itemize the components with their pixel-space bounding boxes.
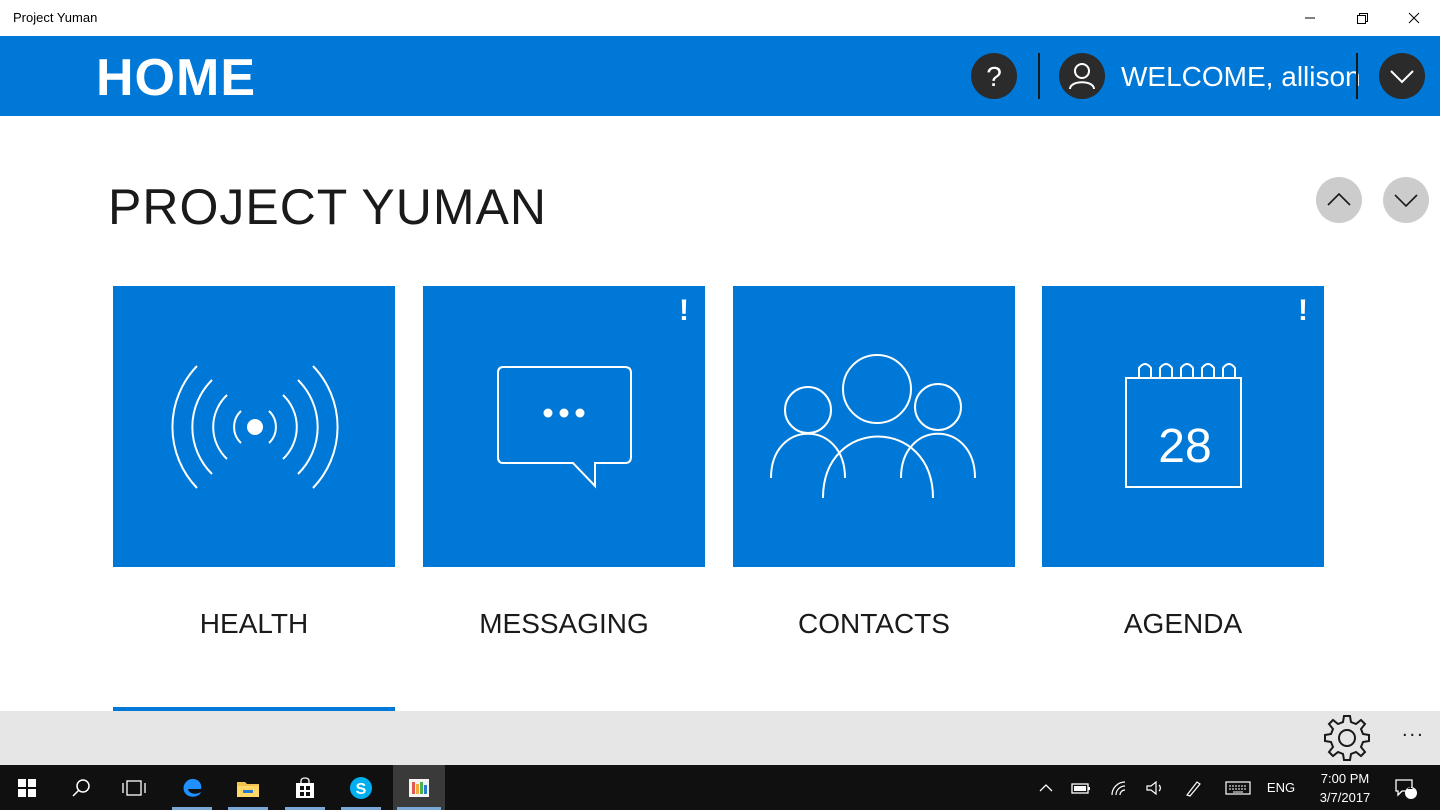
tile-agenda[interactable]: 28 ! bbox=[1042, 286, 1324, 567]
taskbar: S ENG 7:00 PM 3/7/2017 1 bbox=[0, 765, 1440, 810]
speaker-icon bbox=[1146, 780, 1161, 795]
page-title: PROJECT YUMAN bbox=[108, 179, 548, 235]
calendar-icon: 28 bbox=[1125, 363, 1242, 488]
windows-logo-icon bbox=[18, 778, 36, 797]
taskbar-clock[interactable]: 7:00 PM 3/7/2017 bbox=[1305, 769, 1385, 807]
battery-tray-button[interactable] bbox=[1068, 765, 1094, 810]
pen-icon bbox=[1186, 780, 1201, 797]
gear-icon bbox=[1324, 715, 1370, 761]
tile-health[interactable] bbox=[113, 286, 395, 567]
chevron-up-icon bbox=[1327, 192, 1351, 206]
file-explorer-button[interactable] bbox=[224, 765, 272, 810]
welcome-prefix: WELCOME, bbox=[1121, 61, 1274, 92]
keyboard-icon bbox=[1225, 780, 1251, 795]
folder-icon bbox=[237, 781, 259, 797]
restore-button[interactable] bbox=[1336, 0, 1388, 36]
store-bag-icon bbox=[296, 776, 314, 798]
window-titlebar: Project Yuman bbox=[0, 0, 1440, 36]
tile-label-messaging: MESSAGING bbox=[479, 608, 649, 639]
header-divider bbox=[1356, 53, 1358, 99]
chevron-up-icon bbox=[1039, 783, 1053, 791]
user-avatar-button[interactable] bbox=[1059, 53, 1105, 99]
question-mark-icon: ? bbox=[986, 61, 1002, 92]
volume-tray-button[interactable] bbox=[1142, 765, 1168, 810]
user-icon bbox=[1069, 63, 1095, 90]
restore-icon bbox=[1357, 13, 1368, 24]
calendar-day: 28 bbox=[1158, 420, 1211, 473]
help-button[interactable]: ? bbox=[971, 53, 1017, 99]
settings-button[interactable] bbox=[1320, 711, 1374, 765]
notification-count: 1 bbox=[1407, 781, 1413, 792]
chevron-down-icon bbox=[1390, 70, 1414, 84]
task-view-icon bbox=[122, 779, 146, 796]
show-hidden-icons-button[interactable] bbox=[1034, 765, 1058, 810]
clock-time: 7:00 PM bbox=[1320, 771, 1370, 786]
svg-text:?: ? bbox=[986, 61, 1002, 92]
signal-broadcast-icon bbox=[171, 365, 339, 489]
scroll-up-button[interactable] bbox=[1316, 177, 1362, 223]
clock-date: 3/7/2017 bbox=[1319, 790, 1371, 805]
search-icon bbox=[72, 778, 90, 797]
edge-browser-icon bbox=[183, 778, 202, 797]
start-button[interactable] bbox=[3, 765, 51, 810]
wifi-icon bbox=[1111, 780, 1126, 795]
tile-label-contacts: CONTACTS bbox=[798, 608, 950, 639]
more-options-button[interactable]: ... bbox=[1402, 719, 1425, 742]
edge-browser-button[interactable] bbox=[168, 765, 216, 810]
header-divider bbox=[1038, 53, 1040, 99]
project-yuman-taskbar-button[interactable] bbox=[393, 765, 445, 810]
touch-keyboard-button[interactable] bbox=[1224, 765, 1252, 810]
tile-label-agenda: AGENDA bbox=[1123, 608, 1243, 639]
welcome-username: allison bbox=[1281, 61, 1361, 92]
minimize-button[interactable] bbox=[1284, 0, 1336, 36]
tile-messaging[interactable]: ! bbox=[423, 286, 705, 567]
store-button[interactable] bbox=[281, 765, 329, 810]
close-icon bbox=[1408, 12, 1420, 24]
app-bar: ... bbox=[0, 711, 1440, 765]
battery-icon bbox=[1071, 782, 1090, 794]
page-header-title: HOME bbox=[96, 49, 256, 107]
tile-contacts[interactable] bbox=[733, 286, 1015, 567]
welcome-message: WELCOME, allison bbox=[1121, 61, 1361, 93]
input-language-button[interactable]: ENG bbox=[1264, 765, 1298, 810]
skype-button[interactable]: S bbox=[337, 765, 385, 810]
search-button[interactable] bbox=[57, 765, 105, 810]
window-title: Project Yuman bbox=[13, 10, 98, 25]
tile-label-health: HEALTH bbox=[199, 608, 309, 639]
close-button[interactable] bbox=[1388, 0, 1440, 36]
account-menu-button[interactable] bbox=[1379, 53, 1425, 99]
network-tray-button[interactable] bbox=[1106, 765, 1132, 810]
action-center-button[interactable]: 1 bbox=[1388, 765, 1422, 810]
project-yuman-app-icon bbox=[409, 778, 429, 797]
svg-text:S: S bbox=[356, 781, 367, 798]
people-group-icon bbox=[770, 354, 976, 499]
pen-workspace-button[interactable] bbox=[1180, 765, 1206, 810]
scroll-down-button[interactable] bbox=[1383, 177, 1429, 223]
chat-bubble-icon bbox=[497, 366, 632, 489]
chevron-down-icon bbox=[1394, 194, 1418, 208]
alert-indicator: ! bbox=[1298, 294, 1308, 327]
skype-icon: S bbox=[350, 776, 372, 799]
alert-indicator: ! bbox=[679, 294, 689, 327]
minimize-icon bbox=[1305, 17, 1315, 19]
task-view-button[interactable] bbox=[110, 765, 158, 810]
